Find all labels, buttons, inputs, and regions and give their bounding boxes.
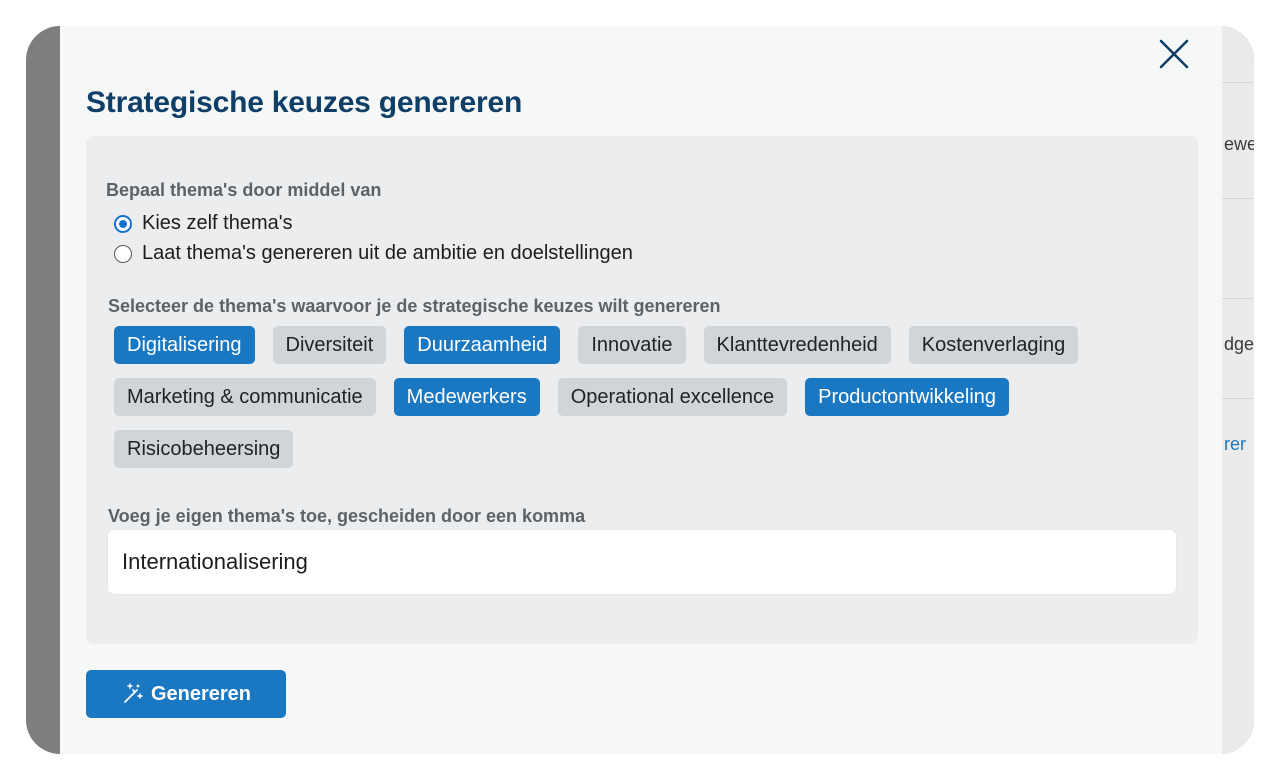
custom-themes-label: Voeg je eigen thema's toe, gescheiden do… xyxy=(108,506,586,526)
generate-choices-modal: Strategische keuzes genereren Bepaal the… xyxy=(60,26,1222,754)
radio-choose-themes[interactable]: Kies zelf thema's xyxy=(114,212,293,235)
theme-chip-diversiteit[interactable]: Diversiteit xyxy=(272,326,387,364)
theme-chip-marketing[interactable]: Marketing & communicatie xyxy=(114,378,376,416)
theme-chip-operational-excellence[interactable]: Operational excellence xyxy=(557,378,788,416)
modal-title: Strategische keuzes genereren xyxy=(86,86,523,119)
theme-chip-productontwikkeling[interactable]: Productontwikkeling xyxy=(805,378,1010,416)
magic-wand-icon xyxy=(124,683,143,703)
close-button[interactable] xyxy=(1156,36,1192,72)
radio-generate-themes[interactable]: Laat thema's genereren uit de ambitie en… xyxy=(114,242,633,265)
method-label: Bepaal thema's door middel van xyxy=(106,180,382,200)
background-divider xyxy=(1222,398,1254,399)
background-text: ewe xyxy=(1224,134,1254,154)
theme-chip-duurzaamheid[interactable]: Duurzaamheid xyxy=(404,326,561,364)
radio-button-checked[interactable] xyxy=(114,214,132,233)
theme-chip-innovatie[interactable]: Innovatie xyxy=(578,326,686,364)
radio-label: Kies zelf thema's xyxy=(142,212,293,234)
generate-button-label: Genereren xyxy=(150,682,252,705)
background-divider xyxy=(1222,198,1254,199)
radio-button[interactable] xyxy=(114,244,132,263)
close-icon xyxy=(1159,39,1189,69)
generate-button[interactable]: Genereren xyxy=(86,670,286,718)
theme-chip-klanttevredenheid[interactable]: Klanttevredenheid xyxy=(703,326,891,364)
theme-chip-digitalisering[interactable]: Digitalisering xyxy=(114,326,255,364)
background-link: rer xyxy=(1224,434,1246,454)
custom-themes-input[interactable] xyxy=(108,530,1176,594)
settings-panel: Bepaal thema's door middel van Kies zelf… xyxy=(86,136,1198,644)
themes-label: Selecteer de thema's waarvoor je de stra… xyxy=(108,296,721,316)
theme-chip-risicobeheersing[interactable]: Risicobeheersing xyxy=(114,430,294,468)
theme-chip-medewerkers[interactable]: Medewerkers xyxy=(393,378,540,416)
background-divider xyxy=(1222,82,1254,83)
background-text: dge xyxy=(1224,334,1254,354)
theme-chip-list: Digitalisering Diversiteit Duurzaamheid … xyxy=(114,326,1114,468)
radio-label: Laat thema's genereren uit de ambitie en… xyxy=(142,242,633,264)
screen-frame: ewe dge rer Strategische keuzes generere… xyxy=(26,26,1254,754)
background-divider xyxy=(1222,298,1254,299)
theme-chip-kostenverlaging[interactable]: Kostenverlaging xyxy=(908,326,1079,364)
